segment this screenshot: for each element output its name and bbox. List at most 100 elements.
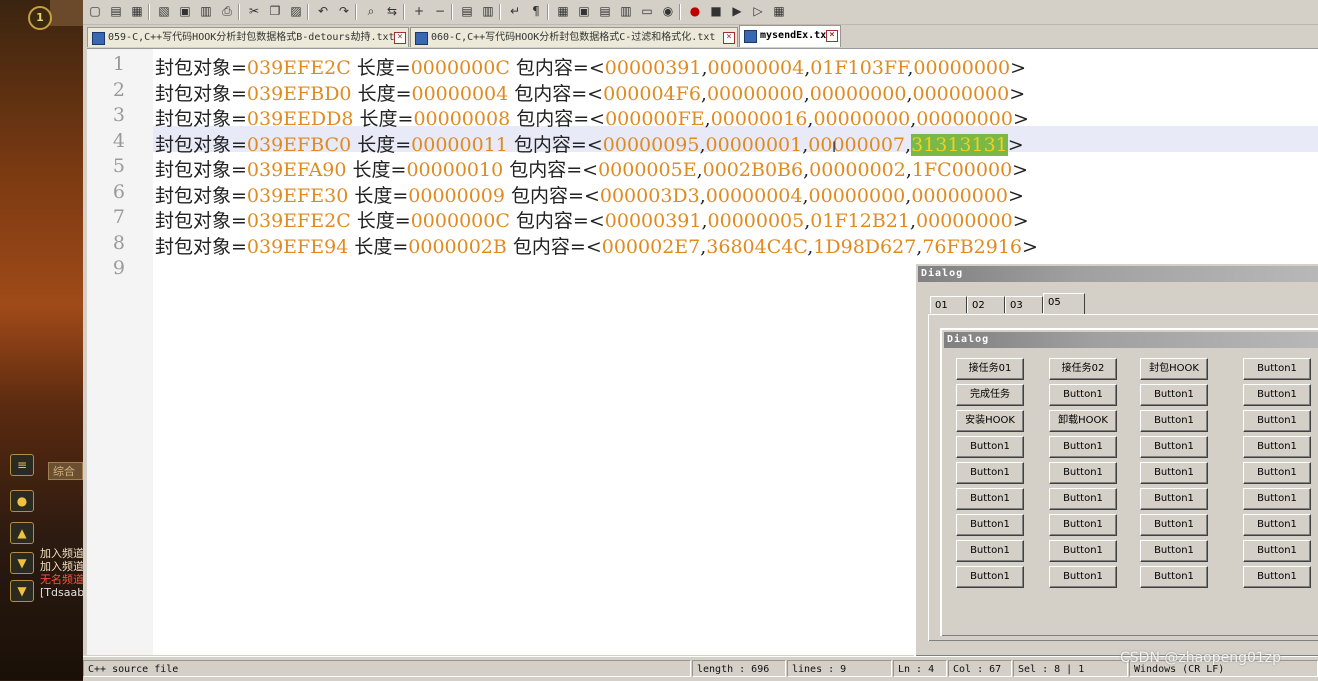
replace-icon[interactable]: ⇆ — [384, 3, 400, 19]
code-line[interactable]: 封包对象=039EFE30 长度=00000009 包内容=<000003D3,… — [155, 181, 1024, 208]
cut-icon[interactable]: ✂ — [246, 3, 262, 19]
dialog-button[interactable]: Button1 — [1243, 384, 1311, 406]
undo-icon[interactable]: ↶ — [315, 3, 331, 19]
play-macro-icon[interactable]: ▶ — [729, 3, 745, 19]
code-line[interactable]: 封包对象=039EEDD8 长度=00000008 包内容=<000000FE,… — [155, 104, 1029, 131]
dialog-button[interactable]: Button1 — [1243, 540, 1311, 562]
copy-icon[interactable]: ❐ — [267, 3, 283, 19]
redo-icon[interactable]: ↷ — [336, 3, 352, 19]
scroll-bottom-icon[interactable]: ▼ — [10, 580, 34, 602]
dialog-button[interactable]: Button1 — [1140, 540, 1208, 562]
tab-01[interactable]: 01 — [930, 296, 967, 313]
dialog-button[interactable]: 完成任务 — [956, 384, 1024, 406]
sync-v-icon[interactable]: ▤ — [459, 3, 475, 19]
dialog-button[interactable]: Button1 — [1140, 384, 1208, 406]
chat-menu-icon[interactable]: ≡ — [10, 454, 34, 476]
new-file-icon[interactable]: ▢ — [87, 3, 103, 19]
sync-h-icon[interactable]: ▥ — [480, 3, 496, 19]
dialog-button[interactable]: Button1 — [956, 514, 1024, 536]
folder-icon[interactable]: ▭ — [639, 3, 655, 19]
dialog-button[interactable]: 安装HOOK — [956, 410, 1024, 432]
dialog-button[interactable]: Button1 — [1243, 410, 1311, 432]
close-tab-icon[interactable]: × — [723, 32, 735, 44]
save-icon[interactable]: ▦ — [129, 3, 145, 19]
dialog-title[interactable]: Dialog — [918, 266, 1318, 282]
dialog-button[interactable]: Button1 — [1049, 384, 1117, 406]
function-list-icon[interactable]: ▥ — [618, 3, 634, 19]
code-line[interactable]: 封包对象=039EFBC0 长度=00000011 包内容=<00000095,… — [155, 130, 1024, 157]
chat-tab-general[interactable]: 综合 — [48, 462, 83, 480]
file-tab-mysendex[interactable]: mysendEx.txt × — [739, 25, 841, 47]
code-line[interactable]: 封包对象=039EFE2C 长度=0000000C 包内容=<00000391,… — [155, 206, 1029, 233]
record-macro-icon[interactable]: ● — [687, 3, 703, 19]
token-v4: 00000000 — [916, 108, 1013, 130]
dialog-button[interactable]: Button1 — [1049, 540, 1117, 562]
close-tab-icon[interactable]: × — [826, 30, 838, 42]
dialog-button[interactable]: Button1 — [1243, 566, 1311, 588]
wrap-icon[interactable]: ↵ — [507, 3, 523, 19]
close-tab-icon[interactable]: × — [394, 32, 406, 44]
close-icon[interactable]: ▣ — [177, 3, 193, 19]
dialog-button[interactable]: Button1 — [1243, 462, 1311, 484]
chat-bubble-icon[interactable]: ● — [10, 490, 34, 512]
zoom-in-icon[interactable]: + — [411, 3, 427, 19]
dialog-button[interactable]: Button1 — [1243, 436, 1311, 458]
dialog-button[interactable]: Button1 — [1140, 514, 1208, 536]
file-tab-059[interactable]: 059-C,C++写代码HOOK分析封包数据格式B-detours劫持.txt … — [87, 27, 409, 47]
dialog-button[interactable]: Button1 — [1049, 514, 1117, 536]
show-all-chars-icon[interactable]: ¶ — [528, 3, 544, 19]
stop-macro-icon[interactable]: ■ — [708, 3, 724, 19]
scroll-down-icon[interactable]: ▼ — [10, 552, 34, 574]
tab-02[interactable]: 02 — [967, 296, 1005, 313]
dialog-button[interactable]: Button1 — [956, 566, 1024, 588]
token-v2: 00000000 — [706, 82, 804, 105]
dialog-button[interactable]: Button1 — [1049, 566, 1117, 588]
open-icon[interactable]: ▤ — [108, 3, 124, 19]
dialog-button[interactable]: Button1 — [956, 436, 1024, 458]
dialog-button[interactable]: Button1 — [1049, 488, 1117, 510]
save-all-icon[interactable]: ▧ — [156, 3, 172, 19]
tab-05[interactable]: 05 — [1043, 293, 1085, 314]
token-end: > — [1022, 235, 1038, 258]
dialog-button[interactable]: Button1 — [1140, 410, 1208, 432]
paste-icon[interactable]: ▨ — [288, 3, 304, 19]
dialog-button[interactable]: Button1 — [1140, 436, 1208, 458]
dialog-button[interactable]: Button1 — [1049, 462, 1117, 484]
token-v2: 00000005 — [707, 210, 805, 232]
file-tab-060[interactable]: 060-C,C++写代码HOOK分析封包数据格式C-过滤和格式化.txt × — [410, 27, 738, 47]
dialog-button[interactable]: Button1 — [956, 488, 1024, 510]
dialog-button[interactable]: 卸载HOOK — [1049, 410, 1117, 432]
token-len: 00000004 — [411, 82, 509, 105]
print-icon[interactable]: ⎙ — [219, 3, 235, 19]
dialog-button[interactable]: Button1 — [1140, 462, 1208, 484]
dialog-button[interactable]: Button1 — [1140, 488, 1208, 510]
dialog-button[interactable]: 接任务02 — [1049, 358, 1117, 380]
find-icon[interactable]: ⌕ — [363, 3, 379, 19]
close-all-icon[interactable]: ▥ — [198, 3, 214, 19]
dialog-button[interactable]: Button1 — [956, 540, 1024, 562]
dialog-button[interactable]: Button1 — [1243, 358, 1311, 380]
dialog-button[interactable]: Button1 — [1140, 566, 1208, 588]
run-macro-icon[interactable]: ▷ — [750, 3, 766, 19]
indent-guide-icon[interactable]: ▦ — [555, 3, 571, 19]
user-lang-icon[interactable]: ▣ — [576, 3, 592, 19]
doc-map-icon[interactable]: ▤ — [597, 3, 613, 19]
dialog-button[interactable]: 接任务01 — [956, 358, 1024, 380]
save-macro-icon[interactable]: ▦ — [771, 3, 787, 19]
code-line[interactable]: 封包对象=039EFA90 长度=00000010 包内容=<0000005E,… — [155, 155, 1028, 182]
scroll-up-icon[interactable]: ▲ — [10, 522, 34, 544]
zoom-out-icon[interactable]: − — [432, 3, 448, 19]
dialog-button[interactable]: 封包HOOK — [1140, 358, 1208, 380]
token-obj-label: 封包对象= — [155, 235, 247, 258]
dialog-button[interactable]: Button1 — [1049, 436, 1117, 458]
dialog-button[interactable]: Button1 — [1243, 488, 1311, 510]
player-portrait[interactable] — [50, 0, 83, 26]
code-line[interactable]: 封包对象=039EFE2C 长度=0000000C 包内容=<00000391,… — [155, 53, 1026, 80]
dialog-button[interactable]: Button1 — [956, 462, 1024, 484]
monitor-icon[interactable]: ◉ — [660, 3, 676, 19]
toolbar-separator — [238, 4, 240, 20]
tab-03[interactable]: 03 — [1005, 296, 1043, 313]
dialog-button[interactable]: Button1 — [1243, 514, 1311, 536]
code-line[interactable]: 封包对象=039EFBD0 长度=00000004 包内容=<000004F6,… — [155, 79, 1025, 106]
code-line[interactable]: 封包对象=039EFE94 长度=0000002B 包内容=<000002E7,… — [155, 232, 1038, 259]
